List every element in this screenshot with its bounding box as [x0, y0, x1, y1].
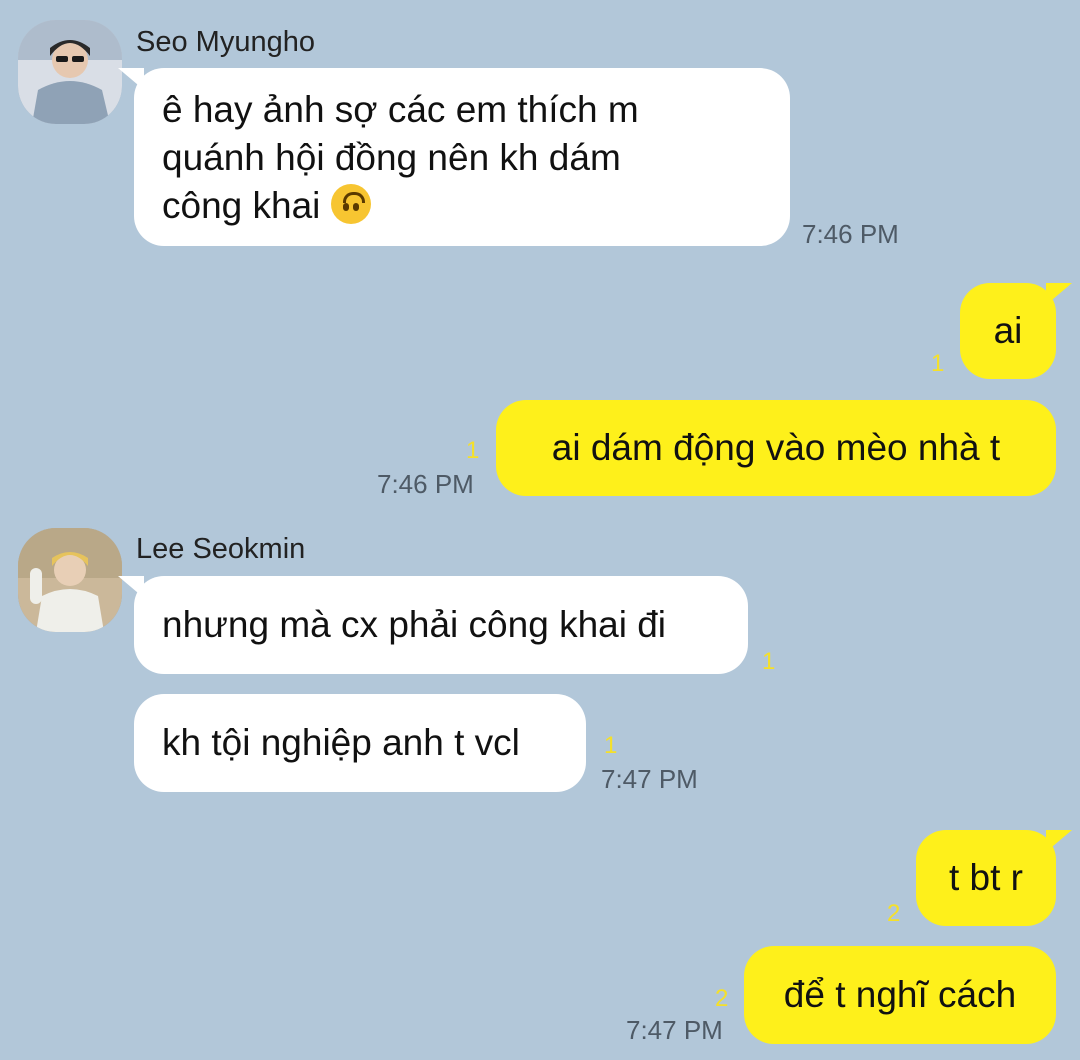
upside-down-face-icon — [330, 184, 371, 225]
unread-count: 1 — [604, 732, 618, 759]
profile-photo-icon — [18, 20, 122, 124]
unread-count: 2 — [887, 900, 901, 927]
message-time: 7:46 PM — [802, 219, 899, 249]
message-text-line: ê hay ảnh sợ các em thích m — [162, 89, 639, 130]
message-text: ai — [993, 310, 1023, 351]
message-bubble-outgoing[interactable]: ai — [960, 283, 1072, 379]
message-text: kh tội nghiệp anh t vcl — [162, 722, 520, 763]
message-text: để t nghĩ cách — [783, 974, 1017, 1015]
unread-count: 1 — [466, 437, 480, 464]
message-bubble-incoming[interactable]: nhưng mà cx phải công khai đi — [118, 576, 748, 674]
sender-name: Seo Myungho — [136, 26, 315, 58]
sender-name: Lee Seokmin — [136, 533, 306, 565]
message-time: 7:47 PM — [601, 764, 698, 794]
message-text-line: công khai — [162, 185, 321, 226]
message-text: t bt r — [948, 857, 1024, 898]
message-bubble-incoming[interactable]: kh tội nghiệp anh t vcl — [134, 694, 586, 792]
message-text: nhưng mà cx phải công khai đi — [162, 604, 667, 645]
message-text-line: quánh hội đồng nên kh dám — [162, 137, 621, 178]
unread-count: 2 — [715, 985, 729, 1012]
unread-count: 1 — [931, 350, 945, 377]
message-text: ai dám động vào mèo nhà t — [551, 427, 1001, 468]
unread-count: 1 — [762, 648, 776, 675]
profile-photo-icon — [18, 528, 122, 632]
avatar-lee-seokmin[interactable] — [18, 528, 122, 632]
message-bubble-incoming[interactable]: ê hay ảnh sợ các em thích m quánh hội đồ… — [118, 68, 790, 246]
message-time: 7:47 PM — [626, 1015, 723, 1045]
message-bubble-outgoing[interactable]: t bt r — [916, 830, 1072, 926]
message-bubble-outgoing[interactable]: để t nghĩ cách — [744, 946, 1056, 1044]
message-time: 7:46 PM — [377, 469, 474, 499]
avatar-seo-myungho[interactable] — [18, 20, 122, 124]
message-bubble-outgoing[interactable]: ai dám động vào mèo nhà t — [496, 400, 1056, 496]
